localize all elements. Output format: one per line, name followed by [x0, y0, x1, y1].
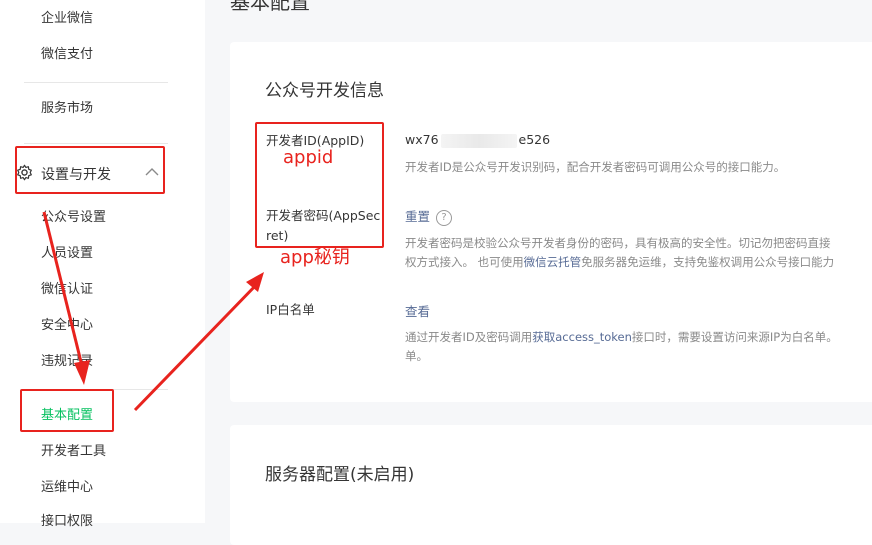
sidebar: 企业微信 微信支付 服务市场 设置与开发 公众号设置 人员设置 微信认证 安全中…	[0, 0, 205, 529]
sidebar-item-service-market[interactable]: 服务市场	[41, 100, 93, 118]
reset-secret-link[interactable]: 重置	[405, 209, 430, 224]
appid-value-suffix: e526	[518, 132, 551, 147]
desc-text: 权方式接入。 也可使用	[405, 254, 524, 269]
ip-desc-line2: 单。	[405, 348, 428, 363]
appid-value[interactable]: wx76 e526	[405, 132, 550, 148]
view-ip-whitelist-link[interactable]: 查看	[405, 301, 430, 320]
desc-text: 通过开发者ID及密码调用	[405, 330, 533, 344]
sidebar-divider	[24, 82, 168, 83]
annotation-appid: appid	[283, 147, 334, 168]
annotation-box-settings	[15, 146, 165, 194]
appsecret-desc-line1: 开发者密码是校验公众号开发者身份的密码，具有极高的安全性。切记勿把密码直接	[405, 236, 831, 250]
appsecret-actions: 重置?	[405, 206, 453, 226]
appsecret-description: 开发者密码是校验公众号开发者身份的密码，具有极高的安全性。切记勿把密码直接 权方…	[405, 234, 834, 271]
appid-value-prefix: wx76	[405, 132, 439, 147]
redacted-blur	[440, 133, 517, 148]
annotation-box-basic-config	[20, 389, 114, 432]
sidebar-item-ops-center[interactable]: 运维中心	[41, 479, 93, 497]
page-title: 基本配置	[230, 0, 310, 14]
sidebar-item-api-permissions[interactable]: 接口权限	[41, 513, 93, 531]
sidebar-item-wechat-verification[interactable]: 微信认证	[41, 281, 93, 299]
desc-text: 免服务器免运维，支持免鉴权调用公众号接口能力	[581, 254, 835, 269]
sidebar-item-account-settings[interactable]: 公众号设置	[41, 209, 106, 227]
annotation-box-credentials	[255, 122, 384, 248]
wechat-cloud-hosting-link[interactable]: 微信云托管	[524, 255, 582, 269]
ip-whitelist-label: IP白名单	[266, 302, 315, 317]
get-access-token-link[interactable]: 获取access_token	[532, 330, 632, 344]
ip-whitelist-description: 通过开发者ID及密码调用获取access_token接口时，需要设置访问来源IP…	[405, 328, 838, 365]
sidebar-item-wechat-pay[interactable]: 微信支付	[41, 46, 93, 64]
sidebar-item-violation-records[interactable]: 违规记录	[41, 353, 93, 371]
appid-description: 开发者ID是公众号开发识别码，配合开发者密码可调用公众号的接口能力。	[405, 160, 786, 174]
help-icon[interactable]: ?	[436, 209, 453, 226]
server-config-title: 服务器配置(未启用)	[265, 465, 415, 485]
sidebar-item-staff-settings[interactable]: 人员设置	[41, 245, 93, 263]
server-config-card	[230, 425, 872, 545]
sidebar-divider	[24, 143, 168, 144]
sidebar-item-enterprise-wechat[interactable]: 企业微信	[41, 10, 93, 28]
appsecret-desc-line2: 权方式接入。 也可使用微信云托管免服务器免运维，支持免鉴权调用公众号接口能力	[405, 253, 834, 272]
ip-desc-line1: 通过开发者ID及密码调用获取access_token接口时，需要设置访问来源IP…	[405, 328, 838, 347]
annotation-appsecret: app秘钥	[280, 247, 350, 268]
sidebar-item-developer-tools[interactable]: 开发者工具	[41, 443, 106, 461]
desc-text: 接口时，需要设置访问来源IP为白名单。	[631, 330, 838, 344]
sidebar-item-security-center[interactable]: 安全中心	[41, 317, 93, 335]
dev-info-title: 公众号开发信息	[265, 81, 384, 101]
